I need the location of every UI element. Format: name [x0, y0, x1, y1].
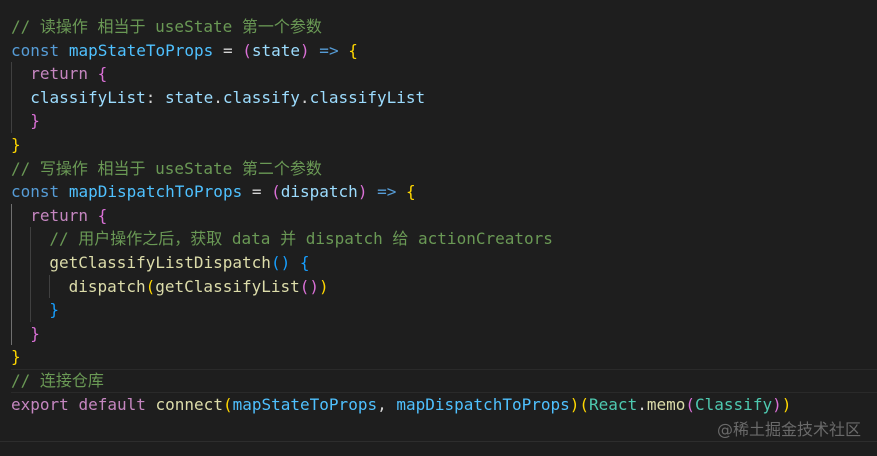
indent-guide	[11, 62, 30, 86]
bracket: (	[685, 394, 696, 414]
bracket: )	[569, 394, 580, 414]
code-block[interactable]: // 读操作 相当于 useState 第一个参数 const mapState…	[11, 15, 877, 416]
identifier: mapDispatchToProps	[68, 182, 243, 202]
bracket: }	[49, 300, 60, 320]
bracket: )	[781, 394, 792, 414]
code-line-9: return {	[11, 203, 877, 228]
identifier: mapDispatchToProps	[396, 394, 570, 414]
bracket: }	[11, 134, 21, 154]
bracket: {	[348, 40, 358, 60]
code-line-14: }	[11, 321, 877, 346]
bracket: {	[97, 205, 108, 225]
bracket: )	[319, 276, 329, 296]
indent-guide	[11, 298, 30, 322]
code-line-12: dispatch(getClassifyList())	[11, 274, 877, 299]
identifier: Classify	[695, 394, 773, 414]
punctuation: .	[213, 87, 223, 107]
bracket: )	[280, 252, 291, 272]
code-line-3: return {	[11, 62, 877, 86]
function-call: connect	[155, 394, 223, 414]
indent-guide	[11, 321, 30, 346]
punctuation: :	[145, 87, 166, 107]
punctuation: ,	[377, 394, 397, 414]
identifier: mapStateToProps	[68, 40, 214, 60]
keyword: return	[30, 64, 88, 84]
indent-guide	[11, 109, 30, 133]
bracket: (	[271, 182, 281, 202]
indent-guide	[11, 227, 30, 251]
comment: // 写操作 相当于 useState 第二个参数	[11, 158, 322, 178]
indent-guide	[30, 298, 49, 322]
function-call: dispatch	[68, 276, 146, 296]
code-line-4: classifyList: state.classify.classifyLis…	[11, 85, 877, 110]
indent-guide	[11, 274, 30, 299]
operator: =	[213, 40, 243, 60]
code-line-15: }	[11, 345, 877, 369]
keyword: const	[11, 182, 60, 202]
function-call: memo	[646, 394, 686, 414]
code-line-6: }	[11, 133, 877, 157]
bracket: (	[145, 276, 156, 296]
bracket: }	[11, 347, 21, 367]
keyword: const	[11, 40, 60, 60]
indent-guide	[11, 250, 30, 275]
bracket: (	[222, 394, 233, 414]
divider	[0, 441, 877, 442]
bracket: )	[300, 40, 310, 60]
identifier: state	[165, 87, 214, 107]
bracket: )	[309, 276, 320, 296]
code-line-5: }	[11, 109, 877, 133]
arrow: =>	[309, 40, 349, 60]
bracket: )	[357, 182, 368, 202]
identifier: mapStateToProps	[232, 394, 378, 414]
identifier: React	[589, 394, 638, 414]
bracket: )	[772, 394, 782, 414]
code-line-17: export default connect(mapStateToProps, …	[11, 393, 877, 417]
indent-guide	[30, 250, 49, 275]
indent-guide	[11, 203, 30, 228]
function-call: getClassifyList	[155, 276, 300, 296]
code-line-16: // 连接仓库	[11, 368, 877, 393]
code-line-10: // 用户操作之后，获取 data 并 dispatch 给 actionCre…	[11, 227, 877, 251]
keyword: default	[78, 394, 146, 414]
watermark: @稀土掘金技术社区	[716, 420, 861, 439]
comment: // 读操作 相当于 useState 第一个参数	[11, 17, 322, 36]
code-line-7: // 写操作 相当于 useState 第二个参数	[11, 157, 877, 181]
punctuation: .	[299, 87, 310, 107]
code-line-2: const mapStateToProps = (state) => {	[11, 39, 877, 63]
code-line-11: getClassifyListDispatch() {	[11, 250, 877, 275]
keyword: export	[11, 394, 69, 414]
bracket: (	[579, 394, 590, 414]
indent-guide	[30, 227, 49, 251]
parameter: state	[251, 40, 301, 60]
bracket: }	[30, 111, 40, 131]
comment: // 连接仓库	[11, 370, 104, 390]
keyword: return	[30, 205, 88, 225]
bracket: {	[299, 252, 310, 272]
code-line-1: // 读操作 相当于 useState 第一个参数	[11, 15, 877, 39]
comment: // 用户操作之后，获取 data 并 dispatch 给 actionCre…	[49, 229, 553, 249]
arrow: =>	[367, 182, 406, 202]
operator: =	[242, 182, 272, 202]
method-name: getClassifyListDispatch	[49, 252, 271, 272]
bracket: {	[97, 64, 108, 84]
code-editor[interactable]: // 读操作 相当于 useState 第一个参数 const mapState…	[0, 0, 877, 456]
property: classify	[222, 87, 300, 107]
bracket: }	[30, 323, 40, 343]
bracket: {	[405, 182, 416, 202]
property: classifyList	[309, 87, 426, 107]
bracket: (	[242, 40, 252, 60]
bracket: (	[299, 276, 310, 296]
indent-guide	[11, 85, 30, 110]
bracket: (	[270, 252, 281, 272]
code-line-13: }	[11, 298, 877, 322]
punctuation: .	[637, 394, 647, 414]
indent-guide	[49, 274, 68, 299]
parameter: dispatch	[280, 182, 358, 202]
property: classifyList	[30, 87, 146, 107]
indent-guide	[30, 274, 49, 299]
code-line-8: const mapDispatchToProps = (dispatch) =>…	[11, 180, 877, 204]
